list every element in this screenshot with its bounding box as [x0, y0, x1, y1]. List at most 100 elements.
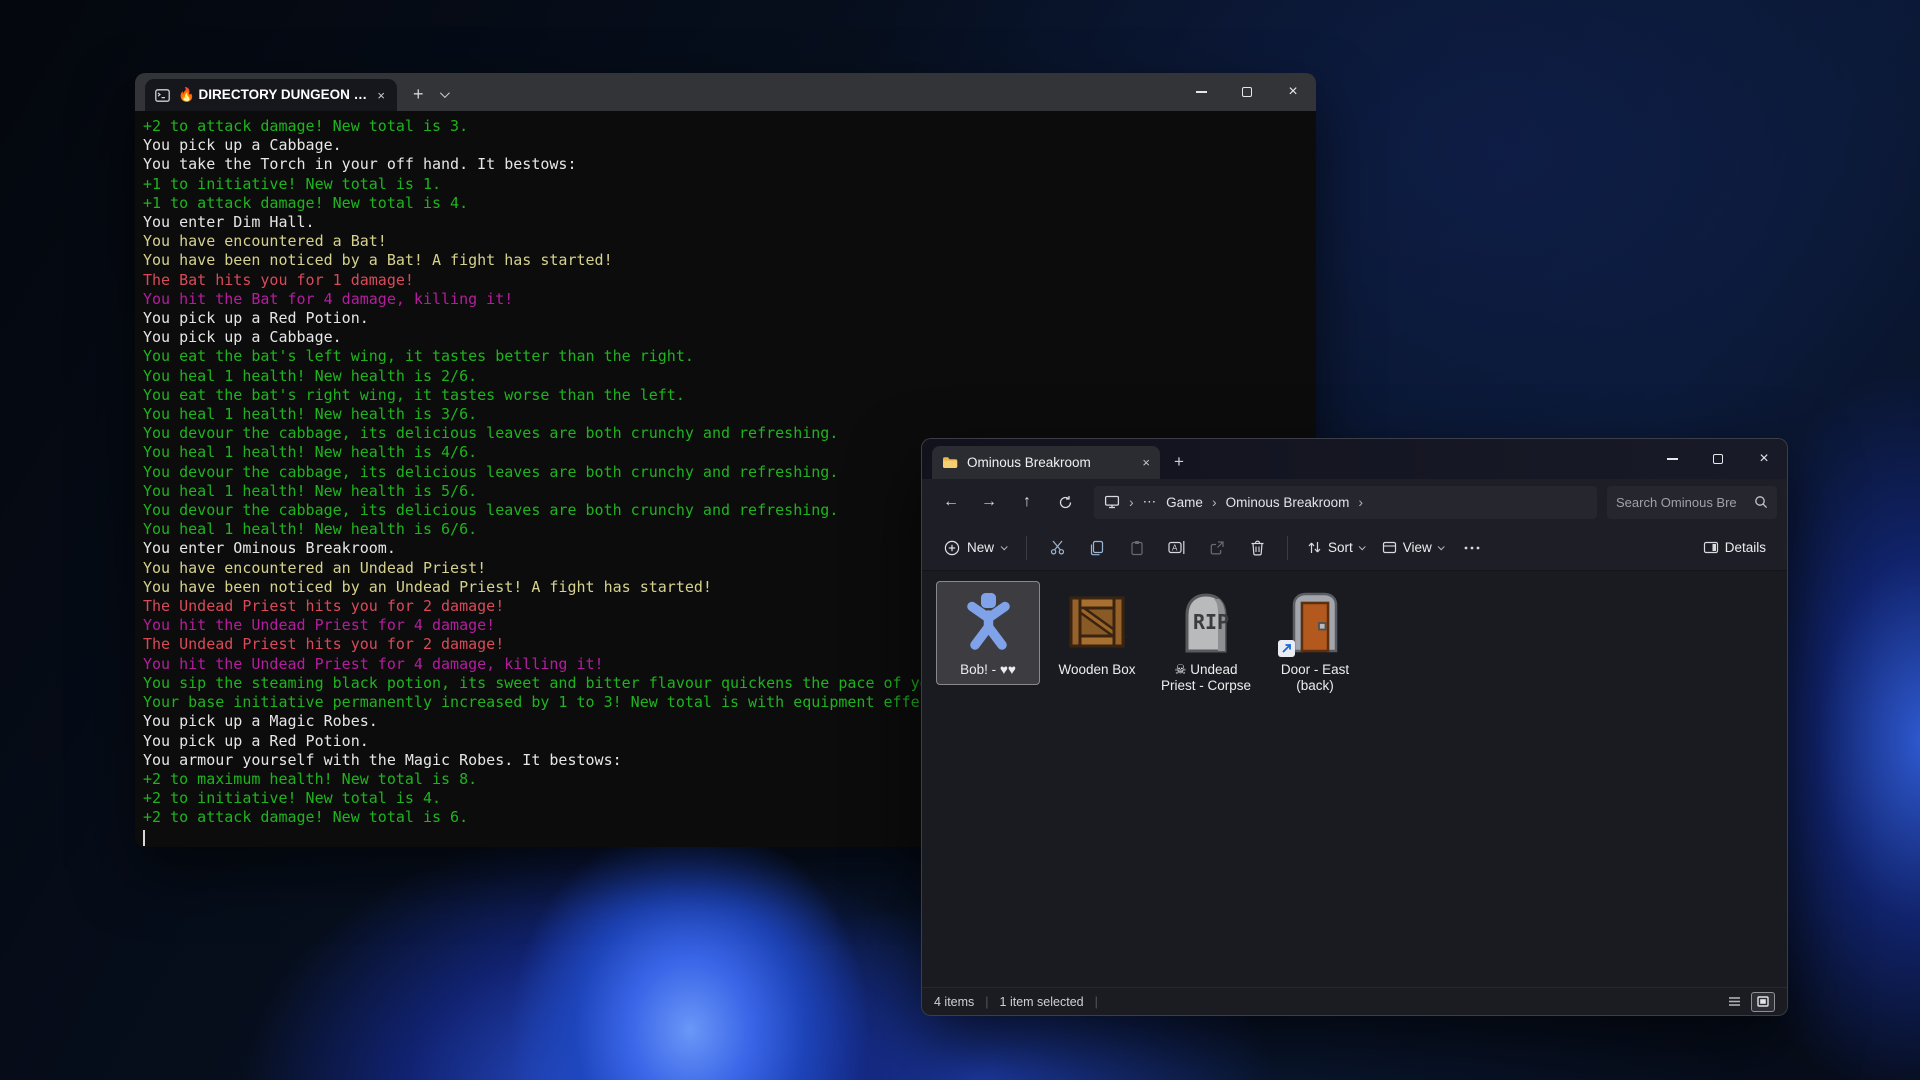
terminal-line: You eat the bat's left wing, it tastes b…	[143, 347, 1316, 366]
more-ellipsis-icon	[1464, 546, 1480, 550]
chevron-right-icon: ›	[1358, 494, 1363, 510]
cut-button[interactable]	[1037, 531, 1077, 565]
folder-icon	[942, 456, 958, 469]
file-item-label: Door - East (back)	[1266, 662, 1364, 693]
terminal-line: The Bat hits you for 1 damage!	[143, 271, 1316, 290]
terminal-titlebar[interactable]: 🔥 DIRECTORY DUNGEON 🔥 × + ×	[135, 73, 1316, 111]
cut-icon	[1049, 539, 1066, 556]
chevron-down-icon	[1437, 543, 1444, 550]
large-icons-view-toggle[interactable]	[1751, 992, 1775, 1012]
share-button[interactable]	[1197, 531, 1237, 565]
back-button[interactable]: ←	[932, 485, 970, 519]
details-button[interactable]: Details	[1694, 531, 1775, 565]
see-more-button[interactable]	[1452, 531, 1492, 565]
new-button-label: New	[967, 540, 994, 555]
delete-button[interactable]	[1237, 531, 1277, 565]
divider	[1026, 536, 1027, 560]
explorer-maximize-button[interactable]	[1695, 439, 1741, 479]
terminal-line: You pick up a Cabbage.	[143, 328, 1316, 347]
file-item-door-east[interactable]: Door - East (back)	[1263, 581, 1367, 700]
forward-button[interactable]: →	[970, 485, 1008, 519]
file-item-label: Wooden Box	[1058, 662, 1135, 678]
sort-icon	[1307, 540, 1322, 555]
search-icon	[1754, 495, 1768, 509]
terminal-minimize-button[interactable]	[1178, 73, 1224, 111]
up-button[interactable]: ↑	[1008, 485, 1046, 519]
breadcrumb-item-ominous-breakroom[interactable]: Ominous Breakroom	[1226, 495, 1350, 510]
chevron-right-icon: ›	[1212, 494, 1217, 510]
terminal-line: +2 to attack damage! New total is 3.	[143, 117, 1316, 136]
svg-text:A: A	[1172, 544, 1178, 553]
file-item-wooden-box[interactable]: Wooden Box	[1045, 581, 1149, 685]
list-view-icon	[1728, 996, 1741, 1007]
terminal-cursor	[143, 830, 145, 846]
terminal-line: +1 to attack damage! New total is 4.	[143, 194, 1316, 213]
selection-count: 1 item selected	[1000, 995, 1084, 1009]
terminal-maximize-button[interactable]	[1224, 73, 1270, 111]
sort-button[interactable]: Sort	[1298, 531, 1373, 565]
paste-button[interactable]	[1117, 531, 1157, 565]
rename-button[interactable]: A	[1157, 531, 1197, 565]
chevron-right-icon: ›	[1129, 494, 1134, 510]
terminal-line: You enter Dim Hall.	[143, 213, 1316, 232]
terminal-line: You take the Torch in your off hand. It …	[143, 155, 1316, 174]
explorer-minimize-button[interactable]	[1649, 439, 1695, 479]
terminal-line: You hit the Bat for 4 damage, killing it…	[143, 290, 1316, 309]
terminal-line: You heal 1 health! New health is 2/6.	[143, 367, 1316, 386]
svg-text:RIP: RIP	[1193, 610, 1229, 634]
breadcrumb-ellipsis[interactable]: ⋯	[1143, 494, 1158, 510]
refresh-icon	[1058, 495, 1073, 510]
terminal-tab-close-icon[interactable]: ×	[375, 88, 387, 103]
search-placeholder: Search Ominous Bre	[1616, 495, 1748, 510]
new-plus-icon	[944, 540, 960, 556]
explorer-titlebar[interactable]: Ominous Breakroom × + ×	[922, 439, 1787, 479]
copy-icon	[1089, 540, 1105, 556]
terminal-line: You pick up a Red Potion.	[143, 309, 1316, 328]
chevron-down-icon	[1358, 543, 1365, 550]
file-item-undead-priest-corpse[interactable]: RIP ☠ Undead Priest - Corpse	[1154, 581, 1258, 700]
details-button-label: Details	[1725, 540, 1766, 555]
terminal-line: You have been noticed by a Bat! A fight …	[143, 251, 1316, 270]
terminal-tab-title: 🔥 DIRECTORY DUNGEON 🔥	[178, 87, 367, 103]
tombstone-icon: RIP	[1173, 589, 1239, 655]
explorer-new-tab-button[interactable]: +	[1160, 452, 1196, 479]
terminal-line: You heal 1 health! New health is 3/6.	[143, 405, 1316, 424]
terminal-line: +1 to initiative! New total is 1.	[143, 175, 1316, 194]
breadcrumb[interactable]: › ⋯ Game › Ominous Breakroom ›	[1094, 486, 1597, 519]
trash-icon	[1250, 540, 1265, 556]
new-button[interactable]: New	[934, 531, 1016, 565]
refresh-button[interactable]	[1046, 485, 1084, 519]
shortcut-arrow-icon	[1278, 640, 1295, 657]
view-button[interactable]: View	[1373, 531, 1452, 565]
breadcrumb-item-game[interactable]: Game	[1166, 495, 1203, 510]
list-view-toggle[interactable]	[1722, 992, 1746, 1012]
explorer-address-bar: ← → ↑ › ⋯ Game › Ominous Breakroom › Sea…	[922, 479, 1787, 525]
status-divider: |	[985, 995, 988, 1009]
terminal-tab[interactable]: 🔥 DIRECTORY DUNGEON 🔥 ×	[145, 79, 397, 111]
divider	[1287, 536, 1288, 560]
terminal-tab-dropdown-icon[interactable]	[438, 85, 457, 111]
large-icons-view-icon	[1757, 996, 1769, 1007]
search-input[interactable]: Search Ominous Bre	[1607, 486, 1777, 519]
view-button-label: View	[1403, 540, 1432, 555]
terminal-line: You pick up a Cabbage.	[143, 136, 1316, 155]
copy-button[interactable]	[1077, 531, 1117, 565]
terminal-close-button[interactable]: ×	[1270, 73, 1316, 111]
terminal-new-tab-button[interactable]: +	[397, 84, 438, 111]
explorer-close-button[interactable]: ×	[1741, 439, 1787, 479]
chevron-down-icon	[1001, 543, 1008, 550]
sort-button-label: Sort	[1328, 540, 1353, 555]
explorer-command-bar: New A	[922, 525, 1787, 571]
paste-icon	[1129, 540, 1145, 556]
file-item-label: Bob! - ♥♥	[960, 662, 1016, 678]
details-panel-icon	[1703, 541, 1719, 554]
explorer-file-area[interactable]: Bob! - ♥♥ Wooden Box RIP	[922, 571, 1787, 987]
terminal-line: You eat the bat's right wing, it tastes …	[143, 386, 1316, 405]
file-item-bob[interactable]: Bob! - ♥♥	[936, 581, 1040, 685]
explorer-window: Ominous Breakroom × + × ← → ↑ › ⋯	[921, 438, 1788, 1016]
explorer-tab[interactable]: Ominous Breakroom ×	[932, 446, 1160, 479]
terminal-app-icon	[155, 89, 170, 102]
item-count: 4 items	[934, 995, 974, 1009]
explorer-tab-close-icon[interactable]: ×	[1142, 455, 1150, 470]
share-icon	[1209, 540, 1225, 556]
